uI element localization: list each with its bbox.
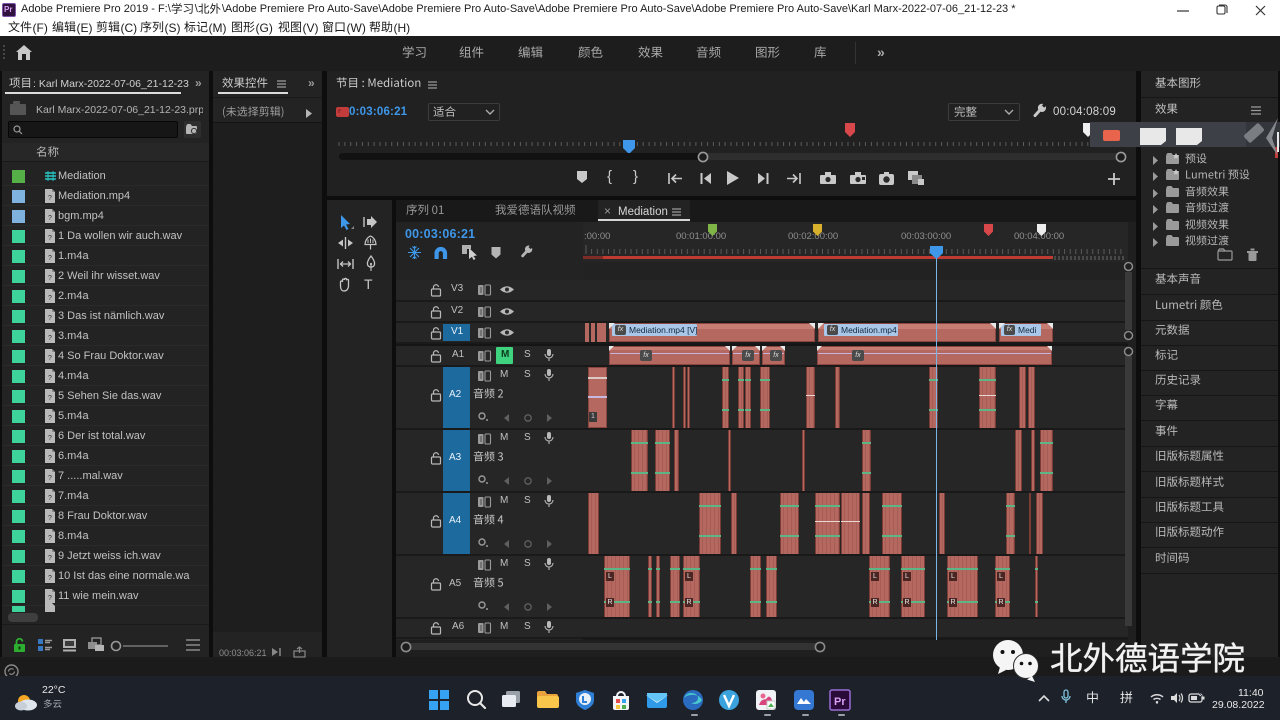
svg-text:?: ? [48,255,52,262]
svg-text:?: ? [48,555,52,562]
svg-text:?: ? [48,415,52,422]
svg-text:?: ? [48,335,52,342]
svg-text:?: ? [48,455,52,462]
svg-text:Pr: Pr [834,696,846,708]
svg-text:?: ? [48,495,52,502]
svg-text:?: ? [48,375,52,382]
svg-text:?: ? [48,435,52,442]
svg-text:?: ? [48,235,52,242]
svg-text:?: ? [48,275,52,282]
svg-text:?: ? [48,315,52,322]
svg-text:?: ? [48,215,52,222]
svg-text:?: ? [48,395,52,402]
svg-text:?: ? [48,195,52,202]
svg-text:?: ? [48,355,52,362]
svg-text:?: ? [48,295,52,302]
svg-text:?: ? [48,475,52,482]
svg-text:?: ? [48,515,52,522]
svg-text:?: ? [48,535,52,542]
svg-text:?: ? [48,575,52,582]
svg-text:?: ? [48,595,52,602]
